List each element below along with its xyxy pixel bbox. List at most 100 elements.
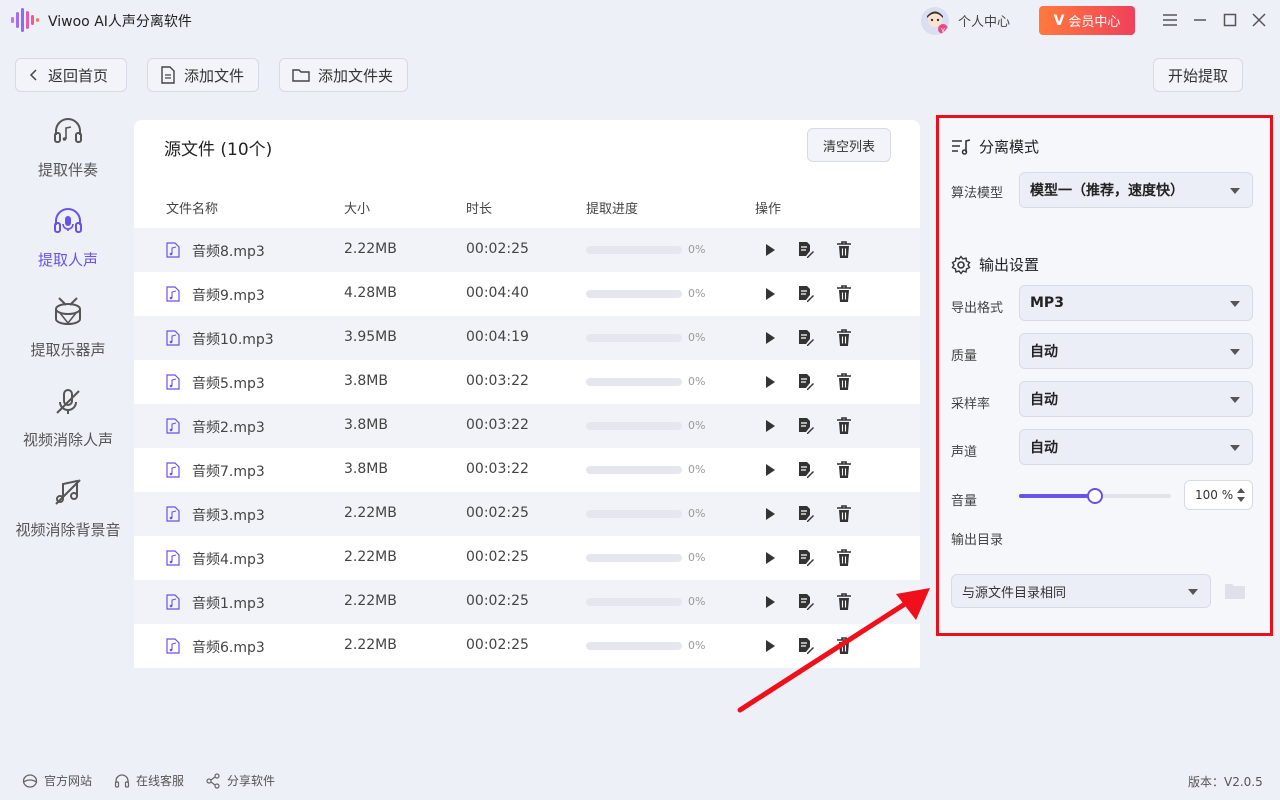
channel-select[interactable]: 自动 <box>1019 429 1253 465</box>
sidebar-item-label: 视频消除背景音 <box>15 521 121 539</box>
delete-button[interactable] <box>834 592 854 612</box>
edit-file-button[interactable] <box>796 284 816 304</box>
table-row: 音频6.mp3 2.22MB 00:02:25 0% <box>134 624 920 668</box>
volume-input[interactable]: 100 % <box>1184 480 1253 510</box>
back-home-label: 返回首页 <box>48 66 109 85</box>
close-icon[interactable] <box>1249 10 1269 30</box>
online-service-label: 在线客服 <box>136 774 185 788</box>
file-name: 音频5.mp3 <box>192 376 265 392</box>
file-duration: 00:03:22 <box>466 461 529 477</box>
maximize-icon[interactable] <box>1220 10 1240 30</box>
sidebar-item-label: 提取人声 <box>37 251 98 269</box>
sidebar-item-extract-accompaniment[interactable]: 提取伴奏 <box>0 115 136 195</box>
file-duration: 00:04:19 <box>466 329 529 345</box>
play-button[interactable] <box>760 328 780 348</box>
open-folder-icon[interactable] <box>1223 580 1247 602</box>
audio-file-icon <box>166 462 180 478</box>
play-button[interactable] <box>760 372 780 392</box>
delete-button[interactable] <box>834 240 854 260</box>
audio-file-icon <box>166 286 180 302</box>
audio-file-icon <box>166 418 180 434</box>
delete-button[interactable] <box>834 372 854 392</box>
progress-bar <box>586 554 682 562</box>
edit-document-icon <box>799 594 814 610</box>
file-size: 2.22MB <box>344 637 397 653</box>
edit-file-button[interactable] <box>796 592 816 612</box>
avatar-icon: v <box>921 7 949 35</box>
caret-down-icon <box>1230 445 1240 451</box>
edit-file-button[interactable] <box>796 416 816 436</box>
avatar[interactable]: v <box>921 7 949 35</box>
play-icon <box>766 376 775 388</box>
model-select[interactable]: 模型一（推荐，速度快） <box>1019 172 1253 208</box>
globe-icon <box>22 773 38 788</box>
list-music-icon <box>952 138 971 155</box>
delete-button[interactable] <box>834 416 854 436</box>
output-dir-select[interactable]: 与源文件目录相同 <box>951 574 1211 608</box>
play-button[interactable] <box>760 636 780 656</box>
edit-file-button[interactable] <box>796 504 816 524</box>
output-dir-label: 输出目录 <box>951 533 1004 548</box>
add-file-button[interactable]: 添加文件 <box>147 58 259 92</box>
edit-file-button[interactable] <box>796 372 816 392</box>
delete-button[interactable] <box>834 328 854 348</box>
online-service-link[interactable]: 在线客服 <box>114 772 184 789</box>
play-button[interactable] <box>760 460 780 480</box>
file-name: 音频2.mp3 <box>192 420 265 436</box>
play-button[interactable] <box>760 548 780 568</box>
file-size: 2.22MB <box>344 241 397 257</box>
file-duration: 00:04:40 <box>466 285 529 301</box>
sidebar-item-video-remove-vocals[interactable]: 视频消除人声 <box>0 385 136 465</box>
play-button[interactable] <box>760 592 780 612</box>
audio-file-icon <box>166 550 180 566</box>
play-button[interactable] <box>760 284 780 304</box>
title-bar: Viwoo AI人声分离软件 v 个人中心 V 会员中心 <box>0 0 1280 40</box>
progress-bar <box>586 334 682 342</box>
file-name: 音频9.mp3 <box>192 288 265 304</box>
table-row: 音频1.mp3 2.22MB 00:02:25 0% <box>134 580 920 624</box>
vip-center-button[interactable]: V 会员中心 <box>1039 6 1135 35</box>
clear-list-button[interactable]: 清空列表 <box>807 128 891 162</box>
spinner-arrows-icon[interactable] <box>1236 487 1246 503</box>
file-duration: 00:02:25 <box>466 593 529 609</box>
official-website-link[interactable]: 官方网站 <box>22 772 92 789</box>
volume-slider-thumb[interactable] <box>1087 488 1103 504</box>
sidebar-item-extract-instruments[interactable]: 提取乐器声 <box>0 295 136 375</box>
edit-file-button[interactable] <box>796 636 816 656</box>
play-button[interactable] <box>760 240 780 260</box>
delete-button[interactable] <box>834 636 854 656</box>
add-folder-button[interactable]: 添加文件夹 <box>279 58 408 92</box>
format-select[interactable]: MP3 <box>1019 285 1253 321</box>
edit-file-button[interactable] <box>796 240 816 260</box>
samplerate-label: 采样率 <box>951 397 991 412</box>
file-size: 2.22MB <box>344 505 397 521</box>
sidebar-item-video-remove-background[interactable]: 视频消除背景音 <box>0 475 136 555</box>
samplerate-select[interactable]: 自动 <box>1019 381 1253 417</box>
start-extract-button[interactable]: 开始提取 <box>1153 58 1243 92</box>
output-title: 输出设置 <box>979 256 1040 274</box>
edit-file-button[interactable] <box>796 460 816 480</box>
menu-icon[interactable] <box>1160 10 1180 30</box>
quality-select[interactable]: 自动 <box>1019 333 1253 369</box>
audio-file-icon <box>166 506 180 522</box>
caret-down-icon <box>1230 301 1240 307</box>
delete-button[interactable] <box>834 284 854 304</box>
sidebar-item-label: 提取伴奏 <box>37 161 98 179</box>
delete-button[interactable] <box>834 460 854 480</box>
play-button[interactable] <box>760 504 780 524</box>
edit-file-button[interactable] <box>796 548 816 568</box>
minimize-icon[interactable] <box>1190 10 1210 30</box>
play-icon <box>766 640 775 652</box>
back-home-button[interactable]: 返回首页 <box>15 58 127 92</box>
column-header-duration: 时长 <box>466 202 493 217</box>
caret-down-icon <box>1230 397 1240 403</box>
user-center-link[interactable]: 个人中心 <box>958 11 1010 30</box>
sidebar-item-extract-vocals[interactable]: 提取人声 <box>0 205 136 285</box>
share-software-link[interactable]: 分享软件 <box>205 772 275 789</box>
delete-button[interactable] <box>834 504 854 524</box>
play-button[interactable] <box>760 416 780 436</box>
delete-button[interactable] <box>834 548 854 568</box>
trash-icon <box>837 593 851 610</box>
edit-file-button[interactable] <box>796 328 816 348</box>
file-name: 音频8.mp3 <box>192 244 265 260</box>
